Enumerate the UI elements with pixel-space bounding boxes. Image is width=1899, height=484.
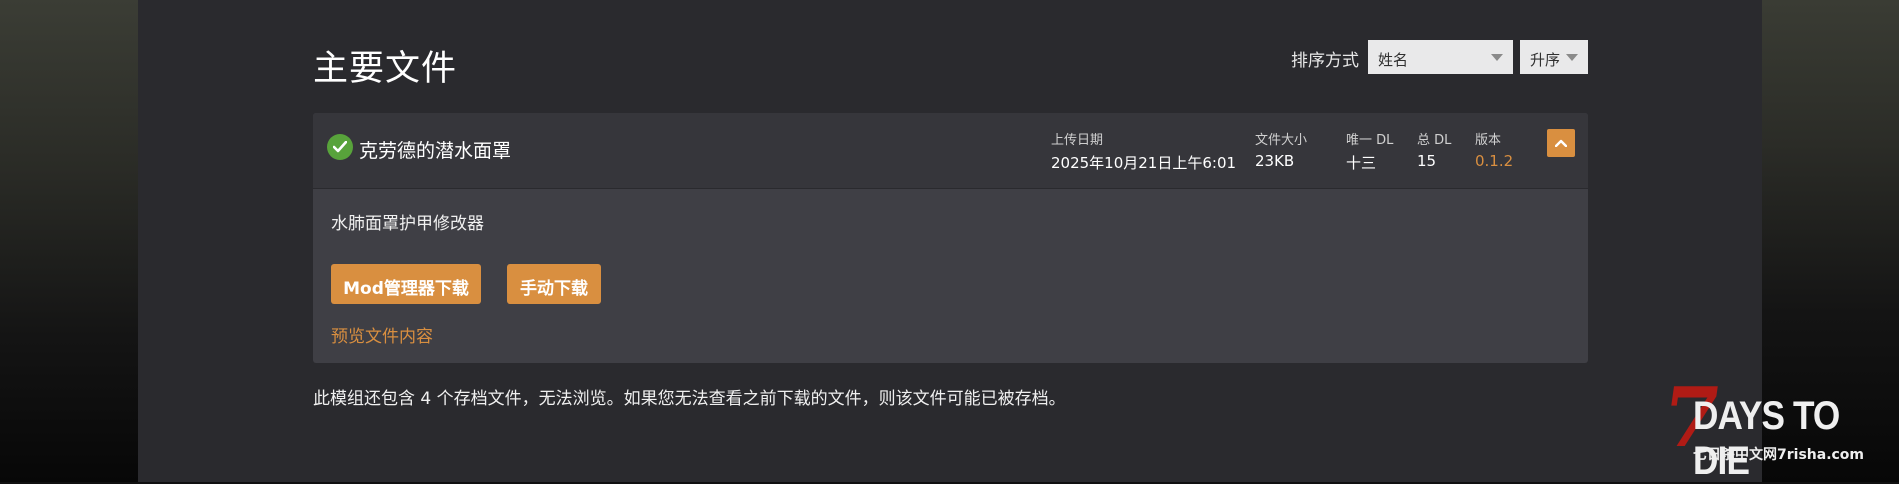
archive-note: 此模组还包含 4 个存档文件，无法浏览。如果您无法查看之前下载的文件，则该文件可… [313, 389, 1066, 409]
file-card-header[interactable]: 克劳德的潜水面罩 上传日期 2025年10月21日上午6:01 文件大小 23K… [313, 113, 1588, 189]
manual-download-button[interactable]: 手动下载 [507, 264, 601, 304]
preview-file-contents-link[interactable]: 预览文件内容 [331, 322, 433, 347]
page-title: 主要文件 [313, 49, 458, 89]
file-description: 水肺面罩护甲修改器 [331, 214, 484, 234]
watermark-title: DAYS TO DIE [1693, 394, 1840, 483]
file-name: 克劳德的潜水面罩 [359, 140, 512, 162]
total-dl-value: 15 [1417, 152, 1437, 170]
watermark-subtitle: 七日杀中文网7risha.com [1693, 447, 1865, 463]
file-size-meta: 文件大小 23KB [1255, 129, 1307, 170]
order-select-value: 升序 [1530, 51, 1561, 69]
collapse-button[interactable] [1547, 129, 1575, 157]
sort-select[interactable]: 姓名 [1368, 40, 1513, 74]
sort-select-value: 姓名 [1378, 51, 1409, 69]
upload-date-label: 上传日期 [1051, 133, 1104, 148]
chevron-up-icon [1555, 139, 1567, 147]
mod-manager-download-button[interactable]: Mod管理器下载 [331, 264, 481, 304]
file-card: 克劳德的潜水面罩 上传日期 2025年10月21日上午6:01 文件大小 23K… [313, 113, 1588, 363]
caret-down-icon [1566, 54, 1578, 61]
unique-dl-value: 十三 [1346, 154, 1377, 172]
unique-dl-meta: 唯一 DL 十三 [1346, 129, 1393, 173]
version-meta: 版本 0.1.2 [1475, 129, 1513, 170]
version-label: 版本 [1475, 133, 1502, 148]
upload-date-meta: 上传日期 2025年10月21日上午6:01 [1051, 129, 1236, 173]
file-size-value: 23KB [1255, 152, 1295, 170]
check-circle-icon [327, 134, 353, 160]
file-size-label: 文件大小 [1255, 133, 1308, 148]
upload-date-value: 2025年10月21日上午6:01 [1051, 154, 1237, 172]
caret-down-icon [1491, 54, 1503, 61]
sort-label: 排序方式 [1291, 51, 1359, 71]
background-left [0, 0, 138, 482]
total-dl-meta: 总 DL 15 [1417, 129, 1451, 170]
unique-dl-label: 唯一 DL [1346, 133, 1394, 148]
total-dl-label: 总 DL [1417, 133, 1452, 148]
version-value: 0.1.2 [1475, 152, 1514, 170]
order-select[interactable]: 升序 [1520, 40, 1588, 74]
watermark-logo: 7 DAYS TO DIE 七日杀中文网7risha.com [1655, 370, 1895, 483]
